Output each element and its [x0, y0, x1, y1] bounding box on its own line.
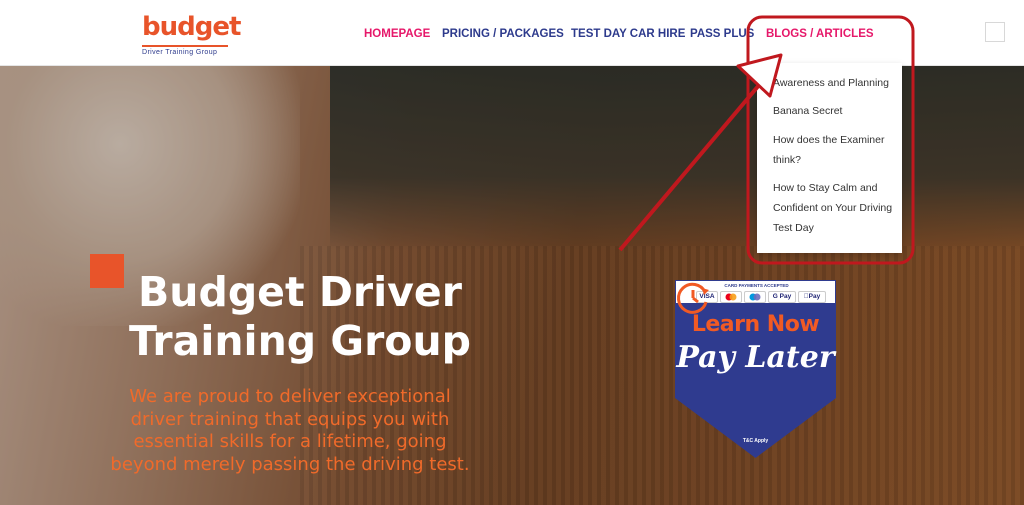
terms-apply-text: T&C Apply	[742, 438, 769, 444]
nav-test-day-car-hire[interactable]: TEST DAY CAR HIRE	[571, 28, 685, 44]
logo-wordmark: budget	[142, 12, 241, 42]
dropdown-item-examiner-think[interactable]: How does the Examiner think?	[773, 130, 893, 170]
clock-arrow-icon	[677, 282, 709, 314]
hero-title: Budget Driver Training Group	[128, 268, 472, 365]
site-header: budget Driver Training Group HOMEPAGE PR…	[0, 0, 1024, 66]
nav-pricing-packages[interactable]: PRICING / PACKAGES	[442, 28, 564, 44]
menu-toggle-button[interactable]	[985, 22, 1005, 42]
mastercard-icon	[720, 291, 742, 303]
brand-logo[interactable]: budget Driver Training Group	[142, 12, 241, 56]
blogs-dropdown-menu: Awareness and Planning Banana Secret How…	[757, 63, 902, 253]
learn-now-pay-later-badge[interactable]: CARD PAYMENTS ACCEPTED VISA G Pay Pay L…	[675, 280, 836, 458]
maestro-icon	[744, 291, 766, 303]
payment-methods: VISA G Pay Pay	[690, 291, 830, 303]
pay-later-text: Pay Later	[676, 340, 835, 375]
nav-homepage[interactable]: HOMEPAGE	[364, 28, 430, 44]
nav-blogs-articles[interactable]: BLOGS / ARTICLES	[766, 28, 874, 44]
hero-description: We are proud to deliver exceptional driv…	[110, 386, 470, 475]
logo-tagline: Driver Training Group	[142, 49, 218, 56]
dropdown-item-banana-secret[interactable]: Banana Secret	[773, 101, 893, 121]
dropdown-item-stay-calm[interactable]: How to Stay Calm and Confident on Your D…	[773, 178, 893, 238]
logo-underline	[142, 45, 228, 47]
apple-pay-icon: Pay	[798, 291, 826, 303]
dropdown-item-awareness-planning[interactable]: Awareness and Planning	[773, 73, 893, 93]
nav-pass-plus[interactable]: PASS PLUS	[690, 28, 754, 44]
google-pay-icon: G Pay	[768, 291, 796, 303]
